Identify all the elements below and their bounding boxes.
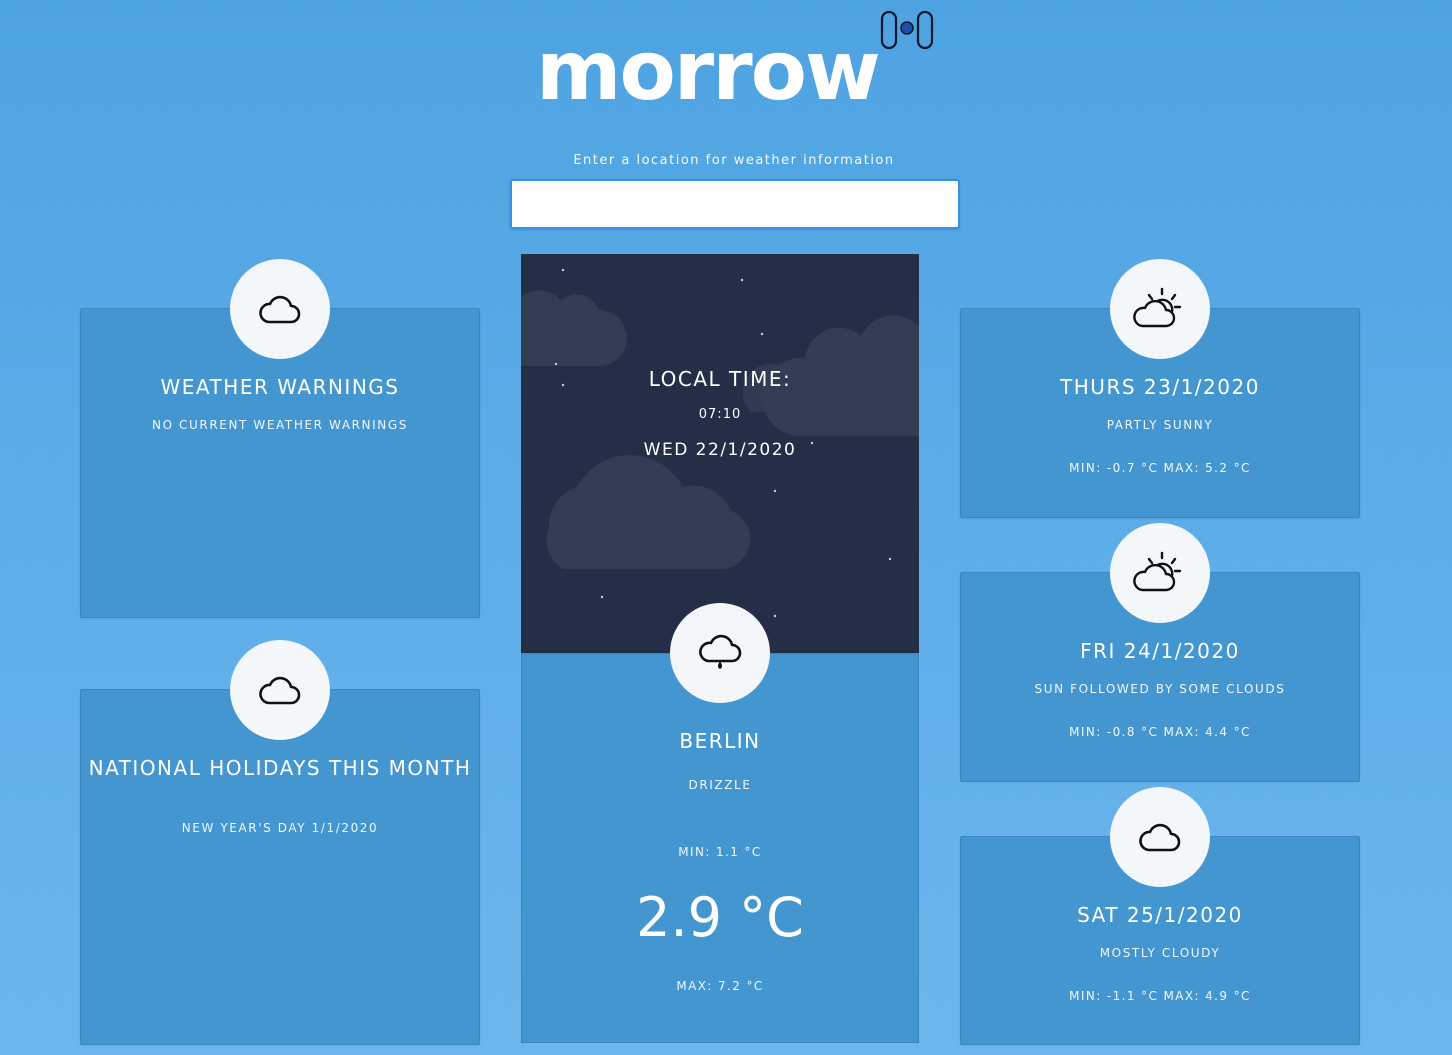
holiday-item: New Year's Day 1/1/2020 <box>181 821 379 835</box>
current-weather-card: BERLIN DRIZZLE MIN: 1.1 °C 2.9 °C MAX: 7… <box>521 653 919 1043</box>
current-max-temp: MAX: 7.2 °C <box>676 979 764 993</box>
cloud-icon <box>1139 823 1181 852</box>
holidays-icon-circle <box>230 640 330 740</box>
logo-text: morrow <box>536 24 881 119</box>
national-holidays-card: National Holidays this month New Year's … <box>80 689 480 1045</box>
search-label: Enter a location for weather information <box>573 153 895 168</box>
forecast-minmax: MIN: -0.7 °C MAX: 5.2 °C <box>1069 461 1251 475</box>
local-time-label: LOCAL TIME: <box>648 367 792 391</box>
location-search-input[interactable] <box>510 179 960 229</box>
forecast-icon-circle <box>1110 787 1210 887</box>
warnings-icon-circle <box>230 259 330 359</box>
forecast-day: SAT 25/1/2020 <box>1077 903 1243 927</box>
forecast-icon-circle <box>1110 259 1210 359</box>
weather-warnings-title: Weather Warnings <box>160 375 400 399</box>
forecast-minmax: MIN: -0.8 °C MAX: 4.4 °C <box>1069 725 1251 739</box>
logo-mark-icon <box>880 10 934 50</box>
current-icon-circle <box>670 603 770 703</box>
local-time-value: 07:10 <box>698 407 742 422</box>
cloud-rain-icon <box>699 634 742 669</box>
forecast-condition: SUN FOLLOWED BY SOME CLOUDS <box>1034 682 1286 696</box>
forecast-day: FRI 24/1/2020 <box>1080 639 1240 663</box>
city-name: BERLIN <box>679 729 761 753</box>
cloud-icon <box>259 295 301 324</box>
forecast-condition: PARTLY SUNNY <box>1106 418 1214 432</box>
weather-warnings-text: No current weather warnings <box>152 418 408 432</box>
logo: morrow <box>536 8 956 119</box>
current-temperature: 2.9 °C <box>636 886 804 949</box>
cloud-icon <box>259 676 301 705</box>
current-condition: DRIZZLE <box>688 778 752 792</box>
forecast-day: THURS 23/1/2020 <box>1060 375 1260 399</box>
national-holidays-title: National Holidays this month <box>88 756 472 780</box>
local-date-value: WED 22/1/2020 <box>643 440 797 460</box>
local-time-panel: LOCAL TIME: 07:10 WED 22/1/2020 <box>521 254 919 653</box>
current-min-temp: MIN: 1.1 °C <box>678 845 762 859</box>
forecast-condition: MOSTLY CLOUDY <box>1099 946 1221 960</box>
forecast-minmax: MIN: -1.1 °C MAX: 4.9 °C <box>1069 989 1251 1003</box>
forecast-icon-circle <box>1110 523 1210 623</box>
partly-sunny-icon <box>1133 287 1182 328</box>
partly-sunny-icon <box>1133 551 1182 592</box>
